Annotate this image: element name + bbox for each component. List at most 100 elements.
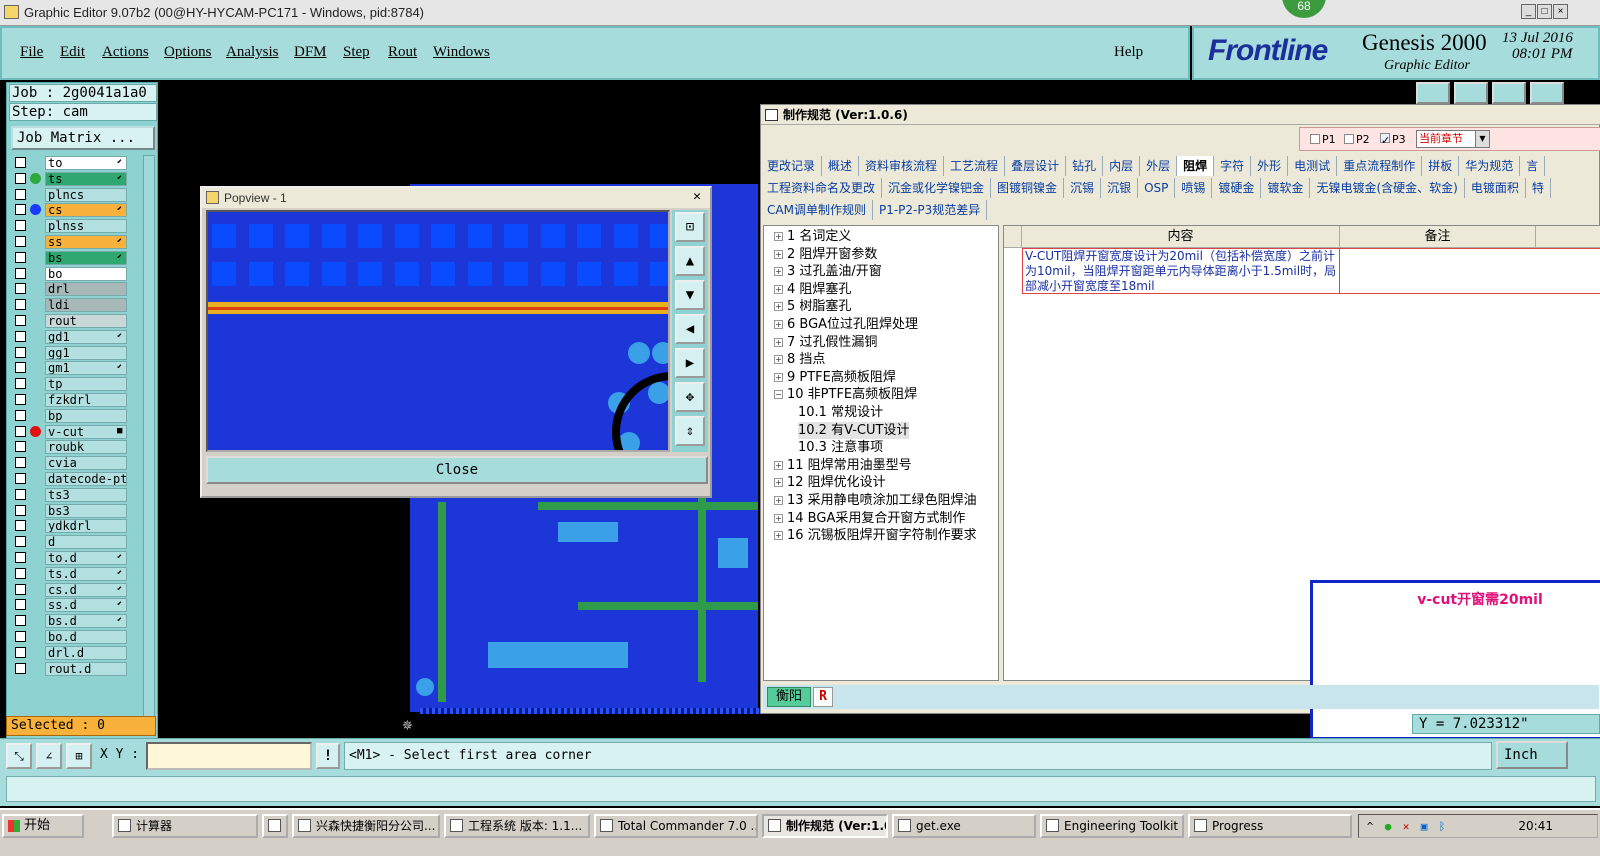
- alert-button[interactable]: !: [316, 743, 340, 769]
- pan-up-icon[interactable]: ▲: [675, 246, 705, 276]
- menu-analysis[interactable]: Analysis: [226, 44, 279, 61]
- taskbar-item[interactable]: 工程系统 版本: 1.1...: [444, 814, 590, 838]
- layer-row[interactable]: bs3: [9, 503, 141, 519]
- tree-node[interactable]: +5 树脂塞孔: [774, 298, 851, 315]
- layer-name[interactable]: v-cut: [45, 424, 127, 439]
- taskbar-item[interactable]: Progress: [1188, 814, 1352, 838]
- layer-row[interactable]: to.d ⬋: [9, 550, 141, 566]
- tree-node[interactable]: 10.3 注意事项: [798, 439, 883, 456]
- layer-name[interactable]: cs.d: [45, 582, 127, 597]
- layer-row[interactable]: cs.d ⬋: [9, 582, 141, 598]
- layer-name[interactable]: bs.d: [45, 614, 127, 629]
- tree-node[interactable]: −10 非PTFE高频板阻焊: [774, 386, 917, 403]
- pan-right-icon[interactable]: ▶: [675, 348, 705, 378]
- tool-icon-frame[interactable]: [1530, 82, 1564, 104]
- layer-row[interactable]: to ⬋: [9, 155, 141, 171]
- maximize-button[interactable]: □: [1537, 4, 1552, 19]
- expand-icon[interactable]: +: [774, 478, 783, 488]
- tray-monitor-icon[interactable]: ▣: [1417, 820, 1431, 834]
- spec-tab[interactable]: 图镀铜镍金: [991, 178, 1065, 198]
- layer-row[interactable]: ss.d ⬋: [9, 597, 141, 613]
- layer-checkbox[interactable]: [15, 188, 26, 200]
- layer-checkbox[interactable]: [15, 425, 26, 437]
- layer-name[interactable]: gm1: [45, 361, 127, 376]
- tree-node[interactable]: +6 BGA位过孔阻焊处理: [774, 316, 918, 333]
- layer-row[interactable]: datecode-pt: [9, 471, 141, 487]
- layer-name[interactable]: tp: [45, 377, 127, 392]
- layer-checkbox[interactable]: [15, 172, 26, 184]
- expand-icon[interactable]: +: [774, 496, 783, 505]
- spec-tab[interactable]: CAM调单制作规则: [761, 200, 873, 220]
- layer-name[interactable]: bo: [45, 266, 127, 281]
- layer-row[interactable]: bs ⬋: [9, 250, 141, 266]
- check-p3[interactable]: ✓ P3: [1380, 133, 1406, 147]
- layer-checkbox[interactable]: [15, 567, 26, 579]
- expand-icon[interactable]: +: [774, 267, 783, 277]
- layer-checkbox[interactable]: [15, 330, 26, 342]
- check-p1[interactable]: P1: [1310, 133, 1336, 146]
- layer-name[interactable]: plncs: [45, 187, 127, 202]
- tree-node[interactable]: +8 挡点: [774, 351, 825, 368]
- col-header-note[interactable]: 备注: [1340, 226, 1536, 248]
- layer-name[interactable]: bs: [45, 250, 127, 265]
- expand-icon[interactable]: +: [774, 372, 783, 382]
- layer-row[interactable]: cs ⬋: [9, 202, 141, 218]
- layer-name[interactable]: drl: [45, 282, 127, 297]
- layer-row[interactable]: gg1: [9, 345, 141, 361]
- layer-name[interactable]: d: [45, 535, 127, 550]
- menu-actions[interactable]: Actions: [102, 44, 149, 61]
- spec-tab[interactable]: 叠层设计: [1005, 156, 1067, 176]
- expand-icon[interactable]: +: [774, 337, 783, 347]
- tray-network-icon[interactable]: ●: [1381, 820, 1395, 834]
- menu-dfm[interactable]: DFM: [294, 44, 327, 61]
- tool-icon-edit[interactable]: [1492, 82, 1526, 104]
- r-button[interactable]: R: [813, 687, 833, 707]
- spec-tab[interactable]: 沉金或化学镍钯金: [882, 178, 992, 198]
- layer-name[interactable]: ts3: [45, 487, 127, 502]
- grid-cell-content[interactable]: V-CUT阻焊开窗宽度设计为20mil（包括补偿宽度）之前计为10mil，当阻焊…: [1022, 248, 1340, 294]
- layer-checkbox[interactable]: [15, 346, 26, 358]
- spec-tab[interactable]: 沉银: [1101, 178, 1139, 198]
- tree-node[interactable]: +13 采用静电喷涂加工绿色阻焊油: [774, 492, 977, 509]
- layer-row[interactable]: ts3: [9, 487, 141, 503]
- layer-checkbox[interactable]: [15, 267, 26, 279]
- expand-icon[interactable]: +: [774, 249, 783, 259]
- layer-checkbox[interactable]: [15, 520, 26, 532]
- spec-tab[interactable]: 工程资料命名及更改: [761, 178, 883, 198]
- layer-checkbox[interactable]: [15, 504, 26, 516]
- expand-icon[interactable]: +: [774, 513, 783, 523]
- spec-tab[interactable]: 外形: [1251, 156, 1289, 176]
- layer-checkbox[interactable]: [15, 583, 26, 595]
- layer-name[interactable]: ts: [45, 171, 127, 186]
- layer-row[interactable]: ss ⬋: [9, 234, 141, 250]
- taskbar-item[interactable]: Engineering Toolkit 9.0...: [1040, 814, 1184, 838]
- tree-node[interactable]: +4 阻焊塞孔: [774, 281, 851, 298]
- spec-tab[interactable]: 电镀面积: [1464, 178, 1526, 198]
- tree-node[interactable]: 10.1 常规设计: [798, 404, 883, 421]
- layer-name[interactable]: ss.d: [45, 598, 127, 613]
- layer-checkbox[interactable]: [15, 378, 26, 390]
- layer-name[interactable]: cvia: [45, 456, 127, 471]
- layer-row[interactable]: rout: [9, 313, 141, 329]
- check-p2[interactable]: P2: [1344, 133, 1370, 146]
- layer-row[interactable]: fzkdrl: [9, 392, 141, 408]
- pan-down-icon[interactable]: ▼: [675, 280, 705, 310]
- layer-row[interactable]: bo: [9, 266, 141, 282]
- layer-checkbox[interactable]: [15, 393, 26, 405]
- tree-node[interactable]: +12 阻焊优化设计: [774, 474, 886, 491]
- layer-name[interactable]: drl.d: [45, 645, 127, 660]
- spec-tab[interactable]: 内层: [1103, 156, 1141, 176]
- layer-row[interactable]: bp: [9, 408, 141, 424]
- spec-tab[interactable]: 字符: [1214, 156, 1252, 176]
- tree-node[interactable]: +3 过孔盖油/开窗: [774, 263, 882, 280]
- site-label[interactable]: 衡阳: [767, 687, 811, 707]
- tree-node[interactable]: +2 阻焊开窗参数: [774, 246, 877, 263]
- layer-checkbox[interactable]: [15, 409, 26, 421]
- layer-row[interactable]: ldi: [9, 297, 141, 313]
- taskbar-item[interactable]: 制作规范 (Ver:1.0.6): [762, 814, 888, 838]
- tree-node[interactable]: +11 阻焊常用油墨型号: [774, 457, 912, 474]
- layer-checkbox[interactable]: [15, 314, 26, 326]
- spec-tab[interactable]: 喷锡: [1175, 178, 1213, 198]
- layer-row[interactable]: plnss: [9, 218, 141, 234]
- tree-node[interactable]: +7 过孔假性漏铜: [774, 334, 877, 351]
